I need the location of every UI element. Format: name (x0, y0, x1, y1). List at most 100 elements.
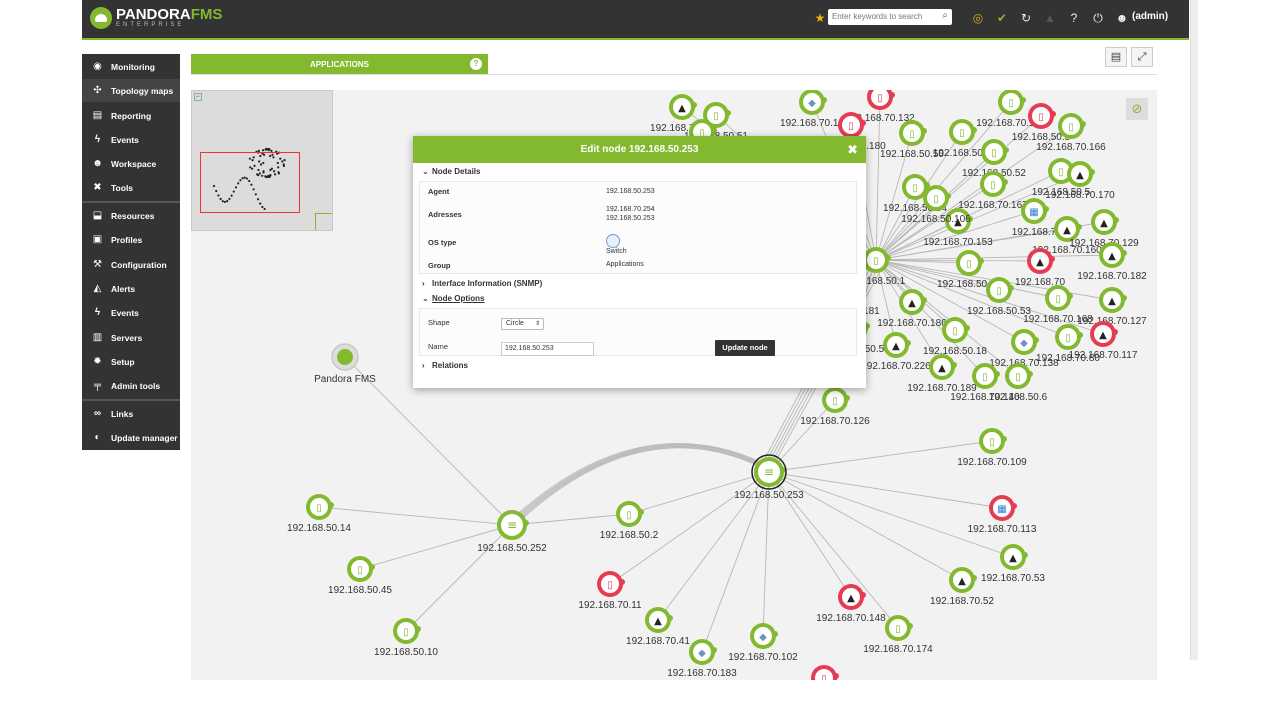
topology-node[interactable]: ◆ 192.168.70.102 (728, 623, 798, 663)
topology-node[interactable]: ▯ (811, 665, 839, 680)
logo-mark-icon (90, 7, 112, 29)
server-icon: ▥ (92, 332, 103, 343)
sidebar-item-admin-events[interactable]: ϟ Events (82, 301, 180, 324)
topology-node[interactable]: ◆ 192.168.70.16 (780, 90, 844, 129)
check-icon[interactable]: ✔ (995, 11, 1009, 25)
warning-icon[interactable]: ▲ (1043, 11, 1057, 25)
sidebar-item-topology-maps[interactable]: ✣ Topology maps (82, 79, 180, 102)
topology-node[interactable]: ▲ 192.168.70.53 (981, 544, 1045, 584)
pandora-fms-node[interactable]: Pandora FMS (314, 343, 376, 385)
pandora-logo[interactable]: PANDORAFMS ENTERPRISE (90, 7, 222, 29)
topology-node[interactable]: ▯ 192.168.50.2 (600, 501, 659, 541)
sidebar-item-profiles[interactable]: ▣ Profiles (82, 228, 180, 251)
topology-link[interactable] (609, 471, 770, 585)
fullscreen-button[interactable]: ⤢ (1131, 47, 1153, 67)
sidebar-item-label: Alerts (111, 283, 136, 294)
section-node-details[interactable]: ⌄ Node Details (422, 167, 480, 176)
sidebar-item-configuration[interactable]: ⚒ Configuration (82, 253, 180, 276)
topology-link[interactable] (768, 471, 1014, 558)
minimap-viewport[interactable] (200, 152, 300, 213)
topology-node[interactable]: ▲192.168.70.189 (907, 354, 977, 394)
server-icon: ▯ (1055, 294, 1061, 305)
dialog-title: Edit node 192.168.50.253 ✖ (413, 136, 866, 163)
topology-link[interactable] (405, 524, 513, 632)
sidebar-item-workspace[interactable]: ☻ Workspace (82, 152, 180, 175)
topology-node[interactable]: ▲ 192.168.70.41 (626, 607, 690, 647)
topology-node[interactable]: ▯ 192.168.50.6 (989, 363, 1048, 403)
sidebar-item-label: Topology maps (111, 85, 174, 96)
topology-node[interactable]: ▯ 192.168.70.126 (800, 387, 870, 427)
topology-link[interactable] (768, 471, 1003, 509)
topology-node[interactable]: ▯ 192.168.70.109 (957, 428, 1027, 468)
vertical-scrollbar[interactable] (1190, 0, 1198, 660)
user-icon[interactable]: ☻ (1115, 11, 1129, 25)
topology-node[interactable]: ▯ 192.168.50.10 (374, 618, 438, 658)
sidebar-item-servers[interactable]: ▥ Servers (82, 326, 180, 349)
name-input[interactable]: 192.168.50.253 (501, 342, 594, 356)
minimap-resize-handle[interactable] (315, 213, 332, 230)
sidebar-item-admin-tools[interactable]: ╤ Admin tools (82, 374, 180, 397)
sidebar-item-monitoring[interactable]: ◉ Monitoring (82, 55, 180, 78)
node-label: 192.168.70.226 (861, 361, 931, 372)
sidebar-item-tools[interactable]: ✖ Tools (82, 176, 180, 199)
section-relations[interactable]: › Relations (422, 361, 468, 370)
server-icon: ▯ (821, 674, 827, 680)
section-interface-information[interactable]: › Interface Information (SNMP) (422, 279, 542, 288)
sidebar-item-label: Resources (111, 210, 155, 221)
list-view-button[interactable]: ▤ (1105, 47, 1127, 67)
sidebar-item-links[interactable]: ∞ Links (82, 402, 180, 425)
sidebar-item-label: Profiles (111, 234, 143, 245)
server-icon: ▯ (1065, 333, 1071, 344)
address-value-2: 192.168.50.253 (606, 215, 655, 222)
topology-node[interactable]: ▦ 192.168.70.113 (968, 495, 1037, 535)
node-label: 192.168.70.182 (1077, 271, 1147, 282)
star-icon[interactable]: ★ (813, 11, 827, 25)
windows-icon: ▦ (997, 504, 1006, 515)
topology-link[interactable] (519, 446, 766, 520)
sidebar-divider (82, 201, 180, 203)
hide-eye-icon[interactable]: ⊘ (1126, 98, 1148, 120)
power-icon[interactable]: ⏻ (1091, 11, 1105, 25)
node-label: 192.168.70.109 (957, 457, 1027, 468)
shape-select[interactable]: Circle ⇕ (501, 318, 544, 330)
user-name[interactable]: (admin) (1132, 11, 1168, 22)
topology-node[interactable]: ▲192.168.70.127 (1077, 287, 1147, 327)
lifebuoy-icon[interactable]: ◎ (971, 11, 985, 25)
section-node-options[interactable]: ⌄ Node Options (422, 294, 484, 303)
sidebar-item-alerts[interactable]: ◭ Alerts (82, 277, 180, 300)
topology-node[interactable]: ▯ 192.168.50.14 (287, 494, 351, 534)
reporting-icon: ▤ (92, 110, 103, 121)
server-icon: ▯ (996, 286, 1002, 297)
topology-link[interactable] (521, 447, 766, 520)
help-icon[interactable]: ? (470, 58, 482, 70)
sidebar-item-events[interactable]: ϟ Events (82, 128, 180, 151)
sidebar-item-setup[interactable]: ✹ Setup (82, 350, 180, 373)
sidebar-item-resources[interactable]: ⬓ Resources (82, 204, 180, 227)
help-icon[interactable]: ? (1067, 11, 1081, 25)
minimap[interactable]: ⌐ (191, 90, 333, 231)
close-icon[interactable]: ✖ (847, 136, 858, 163)
topology-node[interactable]: ▲ 192.168.70.148 (816, 584, 886, 624)
topology-link[interactable] (517, 445, 766, 520)
update-node-button[interactable]: Update node (715, 340, 775, 356)
server-icon: ▯ (1008, 98, 1014, 109)
topology-node[interactable]: ≡ 192.168.50.253 (734, 454, 804, 501)
section-title: Node Options (432, 294, 485, 303)
topology-link[interactable] (515, 444, 766, 520)
sidebar-item-reporting[interactable]: ▤ Reporting (82, 104, 180, 127)
search-icon[interactable]: ⌕ (942, 10, 948, 21)
sidebar-item-label: Events (111, 307, 139, 318)
topology-link[interactable] (768, 471, 963, 581)
tab-applications[interactable]: APPLICATIONS ? (191, 54, 488, 74)
sidebar-item-update-manager[interactable]: ◐ Update manager (82, 426, 180, 449)
monitor-icon: ◉ (93, 61, 102, 72)
refresh-icon[interactable]: ↻ (1019, 11, 1033, 25)
chevron-down-icon: ⌄ (422, 294, 429, 303)
topology-link[interactable] (875, 259, 897, 346)
topology-link[interactable] (511, 513, 630, 526)
node-label: 192.168.50.2 (600, 530, 659, 541)
search-input[interactable]: Enter keywords to search ⌕ (828, 9, 952, 25)
server-icon: ▯ (991, 148, 997, 159)
name-label: Name (428, 342, 449, 351)
topology-node[interactable]: ▯ 192.168.70.11 (578, 571, 642, 611)
